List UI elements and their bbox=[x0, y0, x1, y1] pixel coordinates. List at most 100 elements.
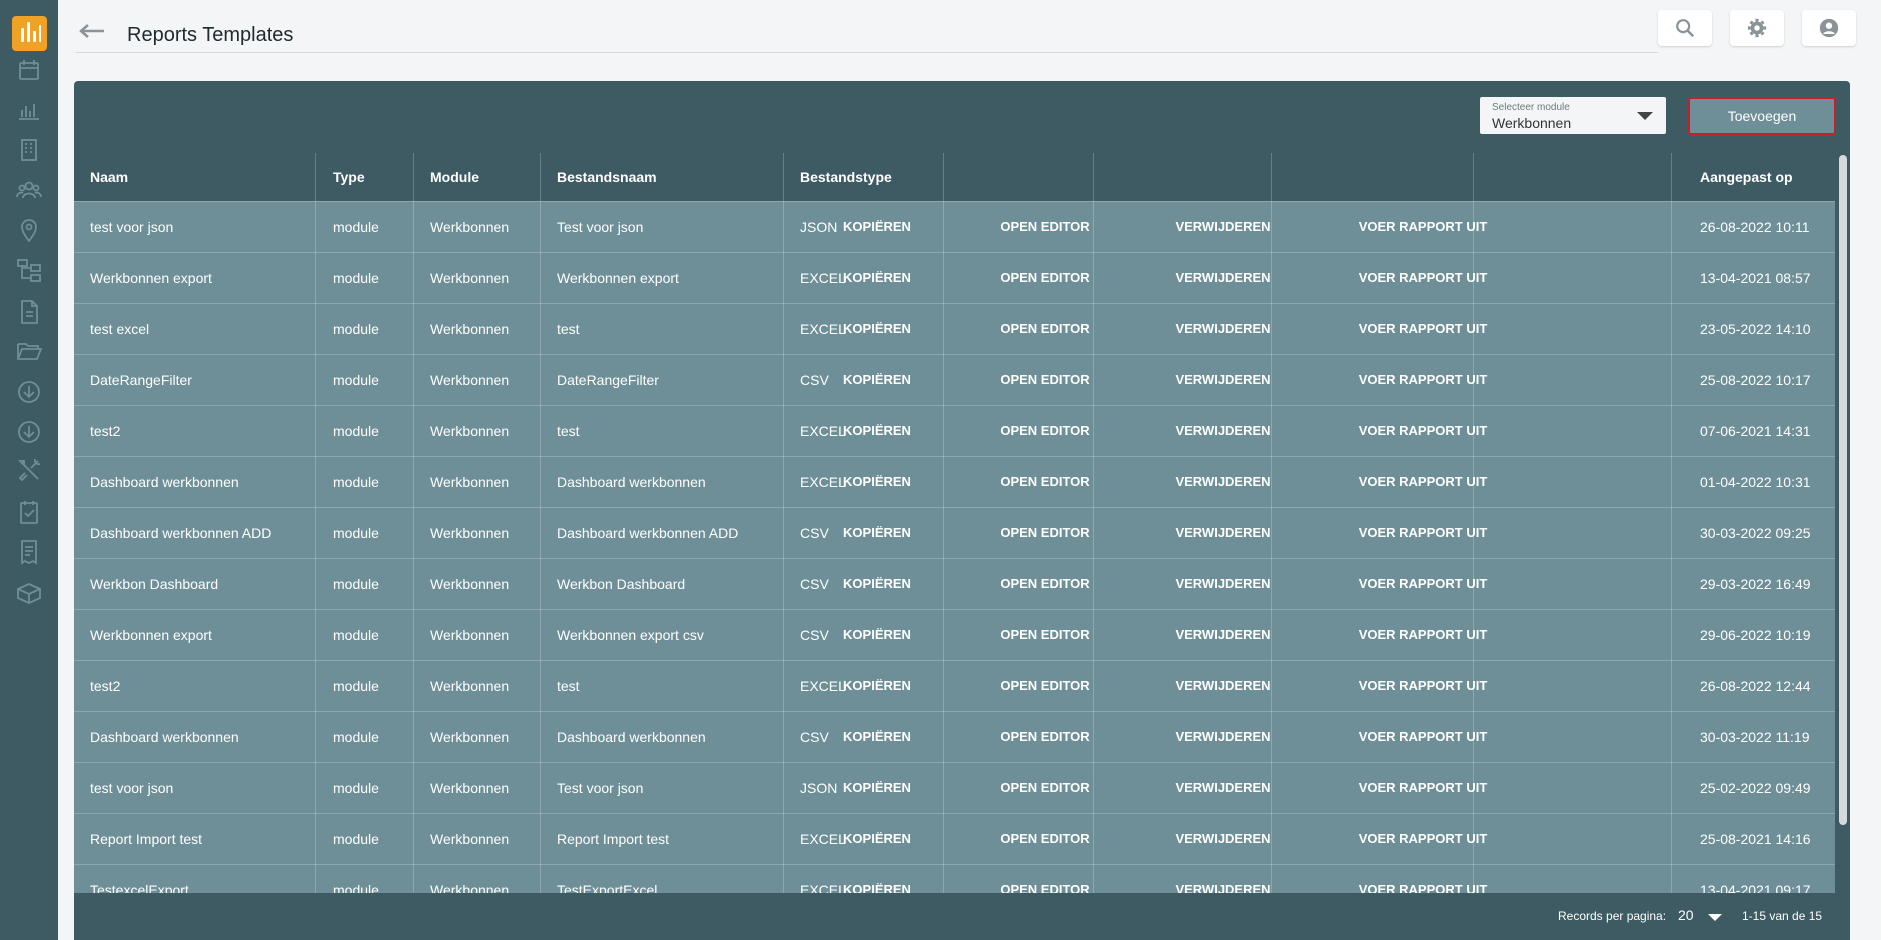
app-logo[interactable] bbox=[12, 16, 47, 51]
sidebar-item-bar-chart[interactable] bbox=[14, 95, 44, 125]
open-editor-button[interactable]: OPEN EDITOR bbox=[957, 355, 1133, 405]
open-editor-button[interactable]: OPEN EDITOR bbox=[957, 508, 1133, 558]
delete-button[interactable]: VERWIJDEREN bbox=[1133, 457, 1313, 507]
delete-button[interactable]: VERWIJDEREN bbox=[1133, 661, 1313, 711]
open-editor-button[interactable]: OPEN EDITOR bbox=[957, 712, 1133, 762]
vertical-scrollbar[interactable] bbox=[1839, 155, 1847, 825]
delete-button[interactable]: VERWIJDEREN bbox=[1133, 406, 1313, 456]
sidebar-item-hierarchy[interactable] bbox=[14, 255, 44, 285]
add-button[interactable]: Toevoegen bbox=[1688, 97, 1836, 135]
run-report-button[interactable]: VOER RAPPORT UIT bbox=[1313, 253, 1533, 303]
open-editor-button[interactable]: OPEN EDITOR bbox=[957, 763, 1133, 813]
copy-button[interactable]: KOPIËREN bbox=[797, 712, 957, 762]
column-header-bestandstype[interactable]: Bestandstype bbox=[800, 153, 892, 201]
records-per-page-select[interactable]: 20 bbox=[1678, 907, 1694, 923]
copy-button[interactable]: KOPIËREN bbox=[797, 814, 957, 864]
table-row[interactable]: Report Import test module Werkbonnen Report… bbox=[74, 813, 1835, 864]
sidebar-item-document[interactable] bbox=[14, 297, 44, 327]
delete-button[interactable]: VERWIJDEREN bbox=[1133, 559, 1313, 609]
run-report-button[interactable]: VOER RAPPORT UIT bbox=[1313, 661, 1533, 711]
run-report-button[interactable]: VOER RAPPORT UIT bbox=[1313, 457, 1533, 507]
delete-button[interactable]: VERWIJDEREN bbox=[1133, 865, 1313, 893]
table-row[interactable]: test voor json module Werkbonnen Test voor … bbox=[74, 201, 1835, 252]
copy-button[interactable]: KOPIËREN bbox=[797, 559, 957, 609]
open-editor-button[interactable]: OPEN EDITOR bbox=[957, 814, 1133, 864]
open-editor-button[interactable]: OPEN EDITOR bbox=[957, 559, 1133, 609]
run-report-button[interactable]: VOER RAPPORT UIT bbox=[1313, 712, 1533, 762]
table-row[interactable]: test2 module Werkbonnen test EXCEL 26-08-2022… bbox=[74, 660, 1835, 711]
table-row[interactable]: Werkbon Dashboard module Werkbonnen Werkbon… bbox=[74, 558, 1835, 609]
sidebar-item-location-pin[interactable] bbox=[14, 215, 44, 245]
open-editor-button[interactable]: OPEN EDITOR bbox=[957, 457, 1133, 507]
copy-button[interactable]: KOPIËREN bbox=[797, 457, 957, 507]
run-report-button[interactable]: VOER RAPPORT UIT bbox=[1313, 559, 1533, 609]
table-row[interactable]: Werkbonnen export module Werkbonnen Werkbon… bbox=[74, 252, 1835, 303]
account-button[interactable] bbox=[1802, 10, 1856, 46]
chevron-down-icon[interactable] bbox=[1708, 914, 1722, 921]
table-row[interactable]: Werkbonnen export module Werkbonnen Werkbon… bbox=[74, 609, 1835, 660]
sidebar-item-building[interactable] bbox=[14, 135, 44, 165]
open-editor-button[interactable]: OPEN EDITOR bbox=[957, 865, 1133, 893]
delete-button[interactable]: VERWIJDEREN bbox=[1133, 253, 1313, 303]
search-button[interactable] bbox=[1658, 10, 1712, 46]
table-row[interactable]: test2 module Werkbonnen test EXCEL 07-06-2021… bbox=[74, 405, 1835, 456]
delete-button[interactable]: VERWIJDEREN bbox=[1133, 610, 1313, 660]
open-editor-button[interactable]: OPEN EDITOR bbox=[957, 661, 1133, 711]
open-editor-button[interactable]: OPEN EDITOR bbox=[957, 304, 1133, 354]
column-header-naam[interactable]: Naam bbox=[90, 153, 128, 201]
open-editor-button[interactable]: OPEN EDITOR bbox=[957, 406, 1133, 456]
sidebar-item-invoice[interactable] bbox=[14, 537, 44, 567]
run-report-button[interactable]: VOER RAPPORT UIT bbox=[1313, 763, 1533, 813]
table-row[interactable]: Dashboard werkbonnen module Werkbonnen Dash… bbox=[74, 456, 1835, 507]
table-row[interactable]: TestexcelExport module Werkbonnen TestExpor… bbox=[74, 864, 1835, 893]
table-row[interactable]: Dashboard werkbonnen module Werkbonnen Dash… bbox=[74, 711, 1835, 762]
column-header-bestandsnaam[interactable]: Bestandsnaam bbox=[557, 153, 657, 201]
copy-button[interactable]: KOPIËREN bbox=[797, 253, 957, 303]
copy-button[interactable]: KOPIËREN bbox=[797, 355, 957, 405]
table-row[interactable]: test excel module Werkbonnen test EXCEL 23-05… bbox=[74, 303, 1835, 354]
column-header-aangepast-op[interactable]: Aangepast op bbox=[1700, 153, 1793, 201]
run-report-button[interactable]: VOER RAPPORT UIT bbox=[1313, 814, 1533, 864]
run-report-button[interactable]: VOER RAPPORT UIT bbox=[1313, 202, 1533, 252]
delete-button[interactable]: VERWIJDEREN bbox=[1133, 202, 1313, 252]
delete-button[interactable]: VERWIJDEREN bbox=[1133, 304, 1313, 354]
table-row[interactable]: DateRangeFilter module Werkbonnen DateRange… bbox=[74, 354, 1835, 405]
run-report-button[interactable]: VOER RAPPORT UIT bbox=[1313, 304, 1533, 354]
table-row[interactable]: Dashboard werkbonnen ADD module Werkbonnen… bbox=[74, 507, 1835, 558]
delete-button[interactable]: VERWIJDEREN bbox=[1133, 814, 1313, 864]
module-select[interactable]: Selecteer module Werkbonnen bbox=[1480, 97, 1666, 134]
table-row[interactable]: test voor json module Werkbonnen Test voor … bbox=[74, 762, 1835, 813]
open-editor-button[interactable]: OPEN EDITOR bbox=[957, 202, 1133, 252]
delete-button[interactable]: VERWIJDEREN bbox=[1133, 508, 1313, 558]
sidebar-item-users[interactable] bbox=[14, 175, 44, 205]
sidebar-item-tools[interactable] bbox=[14, 455, 44, 485]
column-header-type[interactable]: Type bbox=[333, 153, 365, 201]
sidebar-item-download-circle[interactable] bbox=[14, 377, 44, 407]
copy-button[interactable]: KOPIËREN bbox=[797, 661, 957, 711]
delete-button[interactable]: VERWIJDEREN bbox=[1133, 763, 1313, 813]
run-report-button[interactable]: VOER RAPPORT UIT bbox=[1313, 406, 1533, 456]
settings-button[interactable] bbox=[1730, 10, 1784, 46]
copy-button[interactable]: KOPIËREN bbox=[797, 865, 957, 893]
run-report-button[interactable]: VOER RAPPORT UIT bbox=[1313, 508, 1533, 558]
run-report-button[interactable]: VOER RAPPORT UIT bbox=[1313, 355, 1533, 405]
run-report-button[interactable]: VOER RAPPORT UIT bbox=[1313, 610, 1533, 660]
sidebar-item-clipboard-check[interactable] bbox=[14, 497, 44, 527]
sidebar-item-download-circle[interactable] bbox=[14, 417, 44, 447]
copy-button[interactable]: KOPIËREN bbox=[797, 304, 957, 354]
run-report-button[interactable]: VOER RAPPORT UIT bbox=[1313, 865, 1533, 893]
copy-button[interactable]: KOPIËREN bbox=[797, 406, 957, 456]
sidebar-item-calendar[interactable] bbox=[14, 55, 44, 85]
delete-button[interactable]: VERWIJDEREN bbox=[1133, 355, 1313, 405]
copy-button[interactable]: KOPIËREN bbox=[797, 202, 957, 252]
column-header-module[interactable]: Module bbox=[430, 153, 479, 201]
sidebar-item-box[interactable] bbox=[14, 577, 44, 607]
copy-button[interactable]: KOPIËREN bbox=[797, 763, 957, 813]
copy-button[interactable]: KOPIËREN bbox=[797, 508, 957, 558]
copy-button[interactable]: KOPIËREN bbox=[797, 610, 957, 660]
open-editor-button[interactable]: OPEN EDITOR bbox=[957, 610, 1133, 660]
sidebar-item-folder-open[interactable] bbox=[14, 335, 44, 365]
delete-button[interactable]: VERWIJDEREN bbox=[1133, 712, 1313, 762]
back-arrow-icon[interactable] bbox=[78, 23, 106, 39]
open-editor-button[interactable]: OPEN EDITOR bbox=[957, 253, 1133, 303]
